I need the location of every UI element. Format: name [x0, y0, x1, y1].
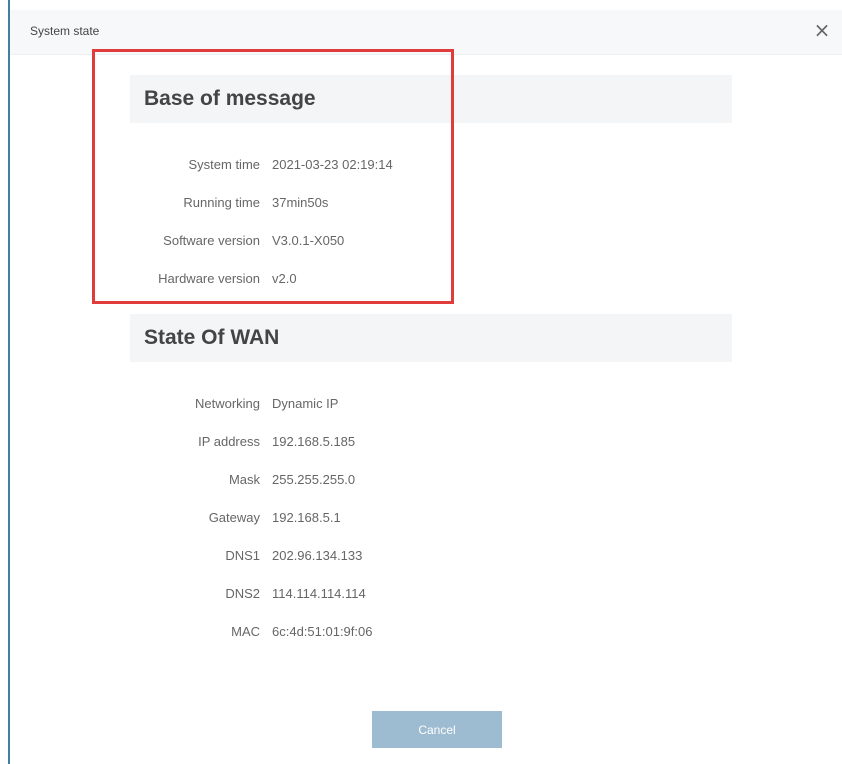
window-left-edge: [0, 0, 8, 764]
cancel-button[interactable]: Cancel: [372, 711, 502, 748]
info-row-running-time: Running time 37min50s: [0, 195, 842, 217]
info-row-software-version: Software version V3.0.1-X050: [0, 233, 842, 255]
info-row-dns2: DNS2 114.114.114.114: [0, 586, 842, 608]
info-row-ip-address: IP address 192.168.5.185: [0, 434, 842, 456]
wan-section-header: State Of WAN: [130, 314, 732, 362]
info-value: 2021-03-23 02:19:14: [272, 157, 393, 172]
window-border: [8, 0, 10, 764]
info-value: 37min50s: [272, 195, 329, 210]
info-label: Running time: [183, 195, 260, 210]
info-label: Gateway: [208, 510, 260, 525]
info-row-system-time: System time 2021-03-23 02:19:14: [0, 157, 842, 179]
info-value: 192.168.5.185: [272, 434, 356, 449]
info-label: DNS1: [225, 548, 260, 563]
dialog-titlebar: System state ×: [10, 10, 842, 55]
base-section-title: Base of message: [144, 87, 316, 110]
info-value: Dynamic IP: [272, 396, 339, 411]
info-label: Software version: [163, 233, 260, 248]
close-icon[interactable]: ×: [812, 20, 832, 40]
info-value: v2.0: [272, 271, 297, 286]
wan-section-title: State Of WAN: [144, 326, 280, 349]
info-value: 255.255.255.0: [272, 472, 356, 487]
info-row-mask: Mask 255.255.255.0: [0, 472, 842, 494]
info-value: 192.168.5.1: [272, 510, 341, 525]
info-label: DNS2: [225, 586, 260, 601]
info-label: Hardware version: [158, 271, 260, 286]
info-label: System time: [188, 157, 260, 172]
base-section-header: Base of message: [130, 75, 732, 123]
info-row-dns1: DNS1 202.96.134.133: [0, 548, 842, 570]
info-value: V3.0.1-X050: [272, 233, 345, 248]
info-row-networking: Networking Dynamic IP: [0, 396, 842, 418]
info-value: 202.96.134.133: [272, 548, 363, 563]
info-label: IP address: [198, 434, 260, 449]
info-row-hardware-version: Hardware version v2.0: [0, 271, 842, 293]
info-label: MAC: [231, 624, 260, 639]
info-row-mac: MAC 6c:4d:51:01:9f:06: [0, 624, 842, 646]
dialog-title: System state: [30, 24, 100, 38]
info-label: Networking: [194, 396, 260, 411]
info-row-gateway: Gateway 192.168.5.1: [0, 510, 842, 532]
info-value: 114.114.114.114: [272, 586, 366, 601]
info-value: 6c:4d:51:01:9f:06: [272, 624, 373, 639]
info-label: Mask: [228, 472, 260, 487]
